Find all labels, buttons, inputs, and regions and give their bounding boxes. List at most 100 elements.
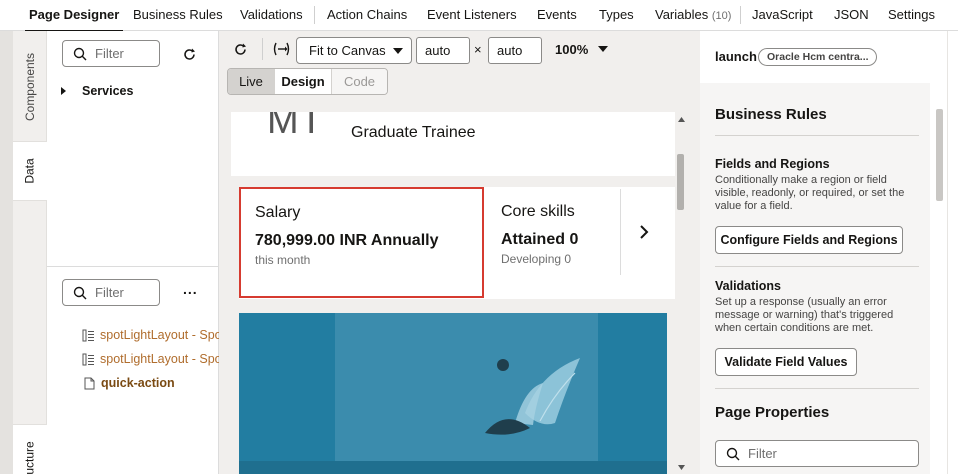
metrics-cards-row: Salary 780,999.00 INR Annually this mont… [239,187,677,299]
vtab-data[interactable]: Data [13,141,47,201]
times-symbol: × [474,42,482,57]
layout-icon [82,353,94,365]
left-vertical-strip: Components Data ucture [0,31,47,474]
more-options-icon[interactable]: ... [183,281,198,297]
profile-header-card: MT Graduate Trainee [231,112,677,176]
chevron-right-icon[interactable] [639,224,649,240]
banner-image [239,313,667,474]
tab-types[interactable]: Types [599,7,634,22]
structure-filter-placeholder: Filter [95,285,124,300]
refresh-canvas-icon[interactable] [233,42,248,57]
scroll-up-icon[interactable] [678,117,685,122]
tab-events[interactable]: Events [537,7,577,22]
fit-to-canvas-label: Fit to Canvas [309,43,386,58]
cards-divider [620,189,621,275]
vtab-structure-label: ucture [22,440,37,474]
top-tab-bar: Page Designer Business Rules Validations… [0,0,958,32]
skills-title: Core skills [501,203,575,220]
tree-row-quick-action[interactable]: quick-action [84,376,175,390]
tab-event-listeners[interactable]: Event Listeners [427,7,517,22]
banner-inner [335,313,598,461]
fields-regions-description: Conditionally make a region or field vis… [715,174,905,212]
toolbar-separator [262,38,263,60]
job-title: Graduate Trainee [351,124,476,141]
page-properties-heading: Page Properties [715,404,830,421]
fit-to-canvas-select[interactable]: Fit to Canvas [296,37,412,64]
refresh-icon[interactable] [182,47,197,62]
data-panel: Filter Services Filter ... spotLightLayo… [47,31,222,474]
skills-value: Attained 0 [501,231,579,248]
tab-json[interactable]: JSON [834,7,869,22]
tree-row-layout-2[interactable]: spotLightLayout - Spo [82,352,222,366]
vtab-structure[interactable]: ucture [13,424,47,474]
validations-description: Set up a response (usually an error mess… [715,296,894,334]
properties-scrollbar-thumb[interactable] [936,109,943,201]
tab-separator [740,6,741,24]
tab-business-rules[interactable]: Business Rules [133,7,223,22]
tab-variables-count: (10) [711,10,732,22]
salary-card[interactable]: Salary 780,999.00 INR Annually this mont… [239,187,484,298]
search-icon [73,47,87,60]
services-label: Services [82,84,134,98]
validations-heading: Validations [715,279,781,293]
data-filter-placeholder: Filter [95,46,124,61]
file-icon [84,377,95,389]
tree-row-services[interactable]: Services [60,84,133,98]
tab-variables-label: Variables [655,7,709,22]
tree-item-label: spotLightLayout - Spo [100,352,222,366]
caret-right-icon [61,87,66,95]
tab-variables[interactable]: Variables (10) [655,7,731,22]
component-name: launch [715,49,757,64]
leaf-illustration-icon [485,358,580,435]
section-divider [715,135,919,136]
tab-separator [314,6,315,24]
banner-bottom [239,461,667,474]
vtab-components[interactable]: Components [13,35,47,139]
component-chip[interactable]: Oracle Hcm centra... [758,48,877,66]
expand-width-icon[interactable] [273,42,290,56]
structure-filter-input[interactable]: Filter [62,279,160,306]
avatar-initials: MT [267,112,324,142]
canvas-width-input[interactable]: auto [416,37,470,64]
tab-javascript[interactable]: JavaScript [752,7,813,22]
properties-filter-placeholder: Filter [748,446,777,461]
page-preview: MT Graduate Trainee Salary 780,999.00 IN… [231,112,687,474]
section-divider [715,266,919,267]
panel-divider [47,266,219,267]
mode-design-button[interactable]: Design [275,69,332,94]
vtab-components-label: Components [23,52,38,122]
mode-live-button[interactable]: Live [228,69,275,94]
tab-validations[interactable]: Validations [240,7,303,22]
tree-row-layout-1[interactable]: spotLightLayout - Spo [82,328,222,342]
tab-action-chains[interactable]: Action Chains [327,7,407,22]
search-icon [73,286,87,299]
tree-item-label: quick-action [101,376,175,390]
salary-sub: this month [255,253,311,267]
tab-settings[interactable]: Settings [888,7,935,22]
right-edge-strip [947,31,958,474]
salary-value: 780,999.00 INR Annually [255,232,439,249]
business-rules-heading: Business Rules [715,106,827,123]
section-divider [715,388,919,389]
validate-field-values-button[interactable]: Validate Field Values [715,348,857,376]
layout-icon [82,329,94,341]
data-filter-input[interactable]: Filter [62,40,160,67]
salary-title: Salary [255,204,301,221]
search-icon [726,447,740,460]
view-mode-toggle: Live Design Code [227,68,388,95]
zoom-level[interactable]: 100% [555,42,588,57]
vtab-data-label: Data [22,158,37,184]
fields-regions-heading: Fields and Regions [715,157,830,171]
mode-code-button[interactable]: Code [332,69,387,94]
canvas-scrollbar-thumb[interactable] [677,154,684,210]
canvas-height-input[interactable]: auto [488,37,542,64]
tab-page-designer[interactable]: Page Designer [24,7,124,32]
configure-fields-button[interactable]: Configure Fields and Regions [715,226,903,254]
properties-filter-input[interactable]: Filter [715,440,919,467]
strip-edge [0,31,13,474]
scroll-down-icon[interactable] [678,465,685,470]
zoom-chevron-down-icon[interactable] [598,46,608,52]
skills-sub: Developing 0 [501,252,572,266]
chevron-down-icon [393,48,403,54]
tree-item-label: spotLightLayout - Spo [100,328,222,342]
